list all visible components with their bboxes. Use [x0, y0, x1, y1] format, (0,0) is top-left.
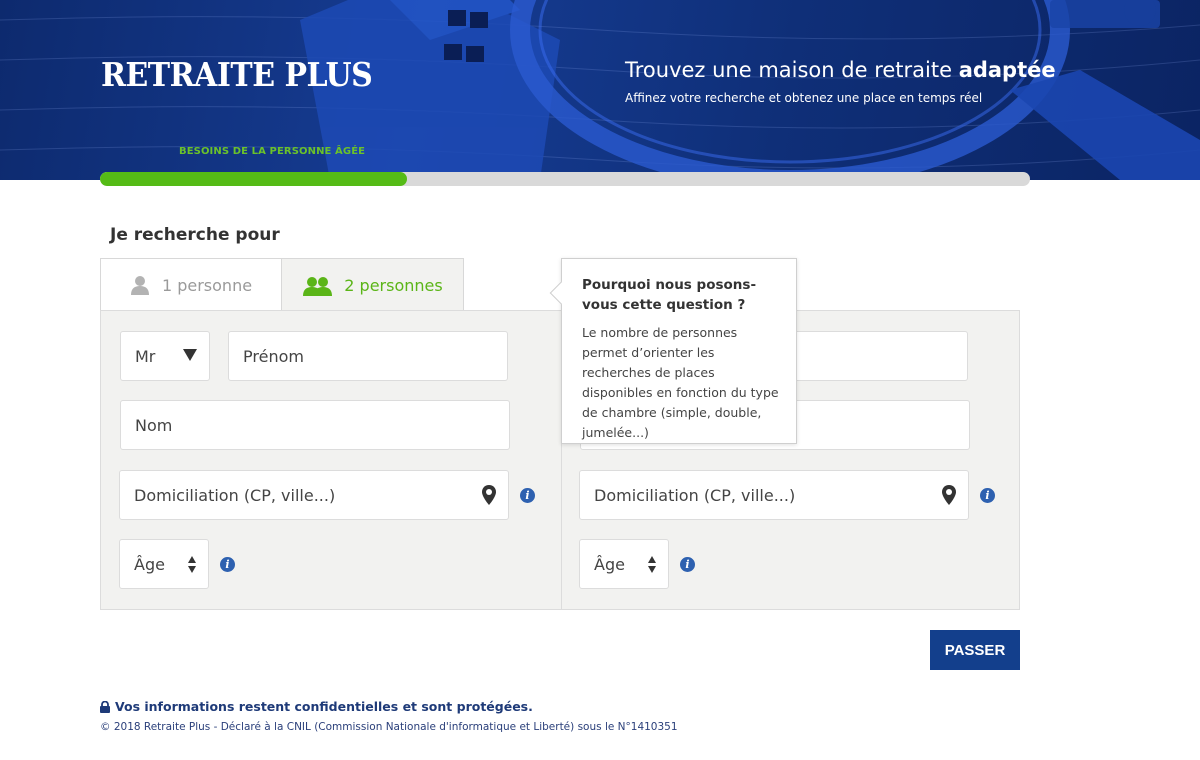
- location-pin-icon: [942, 485, 956, 509]
- info-icon[interactable]: i: [680, 557, 695, 572]
- firstname-input[interactable]: Prénom: [228, 331, 508, 381]
- step-label: BESOINS DE LA PERSONNE ÂGÉE: [179, 146, 366, 157]
- info-icon[interactable]: i: [980, 488, 995, 503]
- sort-arrows-icon: [188, 556, 196, 573]
- header-tagline: Trouvez une maison de retraite adaptée: [625, 58, 1056, 82]
- info-tooltip: Pourquoi nous posons-vous cette question…: [549, 258, 797, 444]
- lock-icon: [100, 700, 110, 713]
- age-select-2[interactable]: Âge: [579, 539, 669, 589]
- header-subtagline: Affinez votre recherche et obtenez une p…: [625, 91, 983, 105]
- tab-label: 1 personne: [161, 275, 253, 295]
- tooltip-arrow: [549, 281, 573, 305]
- lastname-input[interactable]: Nom: [120, 400, 510, 450]
- form-panel: Mr Prénom Nom Domiciliation (CP, ville..…: [100, 310, 1020, 610]
- section-title: Je recherche pour: [110, 225, 280, 245]
- domicile-placeholder: Domiciliation (CP, ville...): [594, 485, 796, 505]
- age-placeholder: Âge: [134, 554, 165, 574]
- confidentiality-text: Vos informations restent confidentielles…: [115, 699, 533, 714]
- firstname-placeholder: Prénom: [243, 346, 304, 366]
- domicile-input-2[interactable]: Domiciliation (CP, ville...): [579, 470, 969, 520]
- sort-arrows-icon: [648, 556, 656, 573]
- lastname-placeholder: Nom: [135, 415, 173, 435]
- domicile-placeholder: Domiciliation (CP, ville...): [134, 485, 336, 505]
- skip-button[interactable]: PASSER: [930, 630, 1020, 670]
- site-logo[interactable]: RETRAITE PLUS: [101, 57, 373, 95]
- chevron-down-icon: [183, 349, 197, 361]
- civility-value: Mr: [135, 346, 156, 366]
- tab-two-persons[interactable]: 2 personnes: [281, 258, 464, 312]
- tab-one-person[interactable]: 1 personne: [100, 258, 282, 311]
- confidentiality-notice: Vos informations restent confidentielles…: [100, 699, 533, 714]
- info-icon[interactable]: i: [520, 488, 535, 503]
- info-icon[interactable]: i: [220, 557, 235, 572]
- progress-fill: [100, 172, 407, 186]
- progress-bar: [100, 172, 1030, 186]
- tagline-text: Trouvez une maison de retraite: [625, 58, 959, 82]
- people-icon: [302, 276, 333, 296]
- person-icon: [130, 275, 150, 295]
- location-pin-icon: [482, 485, 496, 509]
- civility-select[interactable]: Mr: [120, 331, 210, 381]
- hero-banner: RETRAITE PLUS Trouvez une maison de retr…: [0, 0, 1200, 180]
- copyright-text: © 2018 Retraite Plus - Déclaré à la CNIL…: [100, 721, 678, 733]
- age-placeholder: Âge: [594, 554, 625, 574]
- tooltip-title: Pourquoi nous posons-vous cette question…: [582, 277, 757, 313]
- domicile-input[interactable]: Domiciliation (CP, ville...): [119, 470, 509, 520]
- age-select[interactable]: Âge: [119, 539, 209, 589]
- tooltip-body: Le nombre de personnes permet d’orienter…: [582, 325, 779, 440]
- tab-label: 2 personnes: [344, 276, 443, 295]
- tagline-bold: adaptée: [958, 58, 1056, 82]
